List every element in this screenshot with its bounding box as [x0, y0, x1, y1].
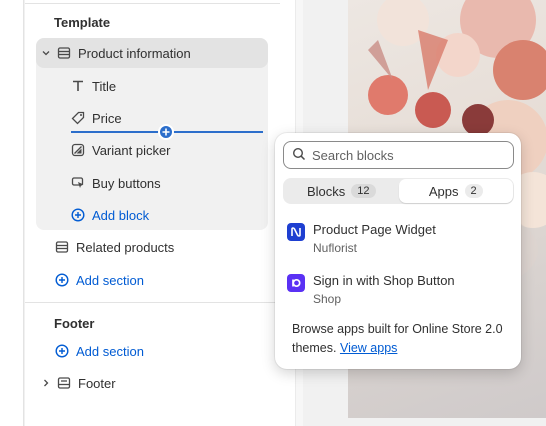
- section-layout-icon: [54, 239, 70, 255]
- template-heading: Template: [54, 15, 111, 30]
- block-item-buy-buttons[interactable]: Buy buttons: [70, 169, 161, 197]
- tab-blocks-count: 12: [351, 184, 376, 198]
- add-block-label: Add block: [92, 207, 150, 223]
- app-vendor: Shop: [313, 292, 342, 306]
- app-item-sign-in-with-shop[interactable]: Sign in with Shop Button Shop: [287, 272, 512, 308]
- footer-add-section-button[interactable]: Add section: [54, 337, 144, 365]
- footer-group-label: Footer: [78, 375, 116, 391]
- text-icon: [70, 78, 86, 94]
- add-block-popover: Blocks 12 Apps 2 Product Page Widget Nuf…: [275, 133, 521, 369]
- search-blocks-field[interactable]: [283, 141, 514, 169]
- tab-apps[interactable]: Apps 2: [398, 179, 513, 203]
- nuflorist-app-icon: [287, 223, 305, 241]
- block-label-variant-picker: Variant picker: [92, 142, 171, 158]
- app-vendor: Nuflorist: [313, 241, 358, 255]
- section-layout-icon: [56, 45, 72, 61]
- tab-apps-label: Apps: [428, 183, 459, 199]
- related-products-label: Related products: [76, 239, 175, 255]
- block-item-variant-picker[interactable]: Variant picker: [70, 136, 171, 164]
- product-information-label: Product information: [78, 45, 191, 61]
- search-blocks-input[interactable]: [312, 147, 502, 163]
- app-name: Sign in with Shop Button: [313, 273, 455, 288]
- add-section-button[interactable]: Add section: [54, 266, 144, 294]
- add-section-label: Add section: [76, 272, 144, 288]
- footer-heading: Footer: [54, 316, 95, 331]
- block-label-title: Title: [92, 78, 117, 94]
- variant-picker-icon: [70, 142, 86, 158]
- left-app-strip: [0, 0, 24, 426]
- block-label-buy-buttons: Buy buttons: [92, 175, 161, 191]
- footer-layout-icon: [56, 375, 72, 391]
- plus-circle-icon: [54, 343, 70, 359]
- plus-circle-icon: [54, 272, 70, 288]
- block-item-price[interactable]: Price: [70, 104, 122, 132]
- cursor-click-icon: [70, 175, 86, 191]
- view-apps-link[interactable]: View apps: [340, 341, 397, 355]
- footer-group-item[interactable]: Footer: [40, 369, 116, 397]
- footer-add-section-label: Add section: [76, 343, 144, 359]
- block-item-title[interactable]: Title: [70, 72, 116, 100]
- tab-blocks[interactable]: Blocks 12: [284, 179, 399, 203]
- search-icon: [292, 147, 306, 164]
- tab-apps-count: 2: [464, 184, 483, 198]
- top-divider: [25, 3, 280, 4]
- browse-apps-text: Browse apps built for Online Store 2.0 t…: [292, 320, 512, 358]
- app-name: Product Page Widget: [313, 222, 436, 237]
- app-item-product-page-widget[interactable]: Product Page Widget Nuflorist: [287, 221, 512, 257]
- price-tag-icon: [70, 110, 86, 126]
- chevron-right-icon[interactable]: [40, 375, 52, 391]
- chevron-down-icon[interactable]: [40, 45, 52, 61]
- section-divider: [25, 302, 295, 303]
- shop-app-icon: [287, 274, 305, 292]
- related-products-item[interactable]: Related products: [54, 233, 174, 261]
- popover-tabs: Blocks 12 Apps 2: [283, 178, 514, 204]
- plus-circle-icon: [70, 207, 86, 223]
- add-block-button[interactable]: Add block: [70, 201, 149, 229]
- block-label-price: Price: [92, 110, 122, 126]
- product-information-item[interactable]: Product information: [40, 39, 191, 67]
- tab-blocks-label: Blocks: [306, 183, 346, 199]
- theme-sections-sidebar: Template Product information Title Price…: [25, 0, 295, 426]
